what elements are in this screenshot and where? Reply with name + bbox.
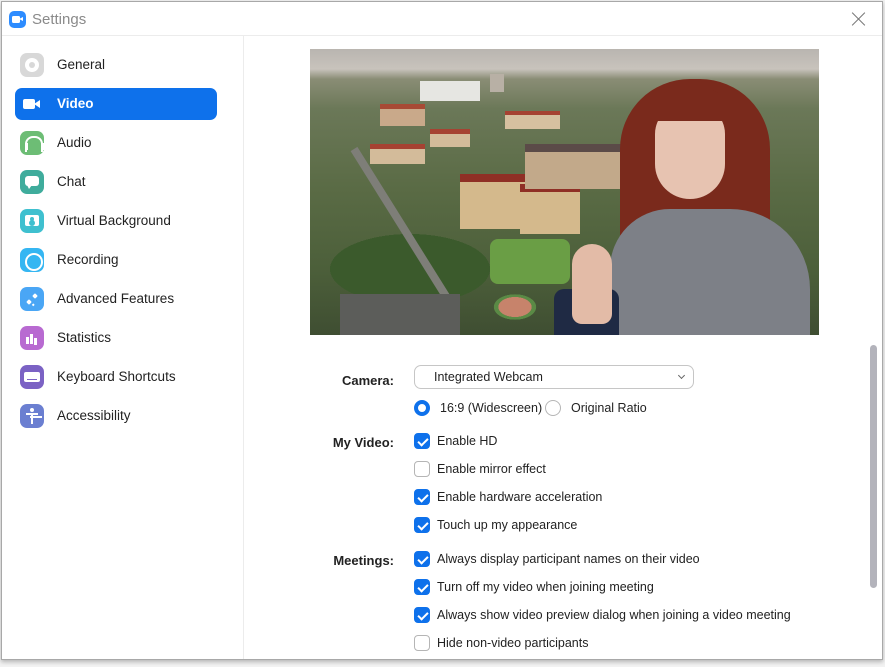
background-building	[380, 104, 425, 126]
title-bar: Settings	[2, 2, 882, 36]
close-icon[interactable]	[850, 10, 868, 28]
chat-bubble-icon	[20, 170, 44, 194]
sidebar-item-advanced-features[interactable]: Advanced Features	[15, 283, 217, 315]
checkbox-checked-icon	[414, 517, 430, 533]
background-building	[420, 81, 480, 101]
checkbox-label: Enable mirror effect	[437, 462, 546, 476]
camera-select-value: Integrated Webcam	[434, 370, 543, 384]
sidebar-item-label: Recording	[57, 252, 119, 267]
scrollbar-thumb[interactable]	[870, 345, 877, 588]
sidebar-item-label: Video	[57, 96, 94, 111]
radio-label: 16:9 (Widescreen)	[440, 401, 543, 415]
background-building	[430, 129, 470, 147]
camera-select[interactable]: Integrated Webcam	[414, 365, 694, 389]
background-building	[490, 74, 504, 92]
sidebar-item-label: Audio	[57, 135, 92, 150]
sidebar-item-virtual-background[interactable]: Virtual Background	[15, 205, 217, 237]
keyboard-icon	[20, 365, 44, 389]
checkbox-checked-icon	[414, 579, 430, 595]
sidebar-item-label: Keyboard Shortcuts	[57, 369, 176, 384]
checkbox-label: Enable hardware acceleration	[437, 490, 603, 504]
my-video-label: My Video:	[332, 435, 394, 450]
zoom-camera-icon	[9, 11, 26, 28]
background-building	[370, 144, 425, 164]
sidebar-item-video[interactable]: Video	[15, 88, 217, 120]
sidebar-item-accessibility[interactable]: Accessibility	[15, 400, 217, 432]
video-preview	[310, 49, 819, 335]
background-building	[520, 184, 580, 234]
settings-window: Settings General Video Audio Chat Virtua…	[1, 1, 883, 660]
sidebar-item-statistics[interactable]: Statistics	[15, 322, 217, 354]
sidebar-item-general[interactable]: General	[15, 49, 217, 81]
turn-off-video-joining-checkbox[interactable]: Turn off my video when joining meeting	[414, 579, 714, 599]
enable-hd-checkbox[interactable]: Enable HD	[414, 433, 614, 453]
sidebar-item-keyboard-shortcuts[interactable]: Keyboard Shortcuts	[15, 361, 217, 393]
accessibility-icon	[20, 404, 44, 428]
checkbox-checked-icon	[414, 607, 430, 623]
enable-mirror-checkbox[interactable]: Enable mirror effect	[414, 461, 614, 481]
background-building	[505, 111, 560, 129]
camera-label: Camera:	[341, 373, 394, 388]
radio-selected-icon	[414, 400, 430, 416]
hide-non-video-participants-checkbox[interactable]: Hide non-video participants	[414, 635, 714, 655]
checkbox-label: Hide non-video participants	[437, 636, 589, 650]
video-camera-icon	[20, 92, 44, 116]
sidebar-item-audio[interactable]: Audio	[15, 127, 217, 159]
sidebar-item-label: Chat	[57, 174, 86, 189]
display-participant-names-checkbox[interactable]: Always display participant names on thei…	[414, 551, 714, 571]
sidebar-item-label: General	[57, 57, 106, 72]
headphones-icon	[20, 131, 45, 155]
radio-label: Original Ratio	[571, 401, 647, 415]
sidebar-item-label: Statistics	[57, 330, 112, 345]
checkbox-label: Always show video preview dialog when jo…	[437, 608, 791, 622]
gear-icon	[20, 53, 44, 77]
show-video-preview-dialog-checkbox[interactable]: Always show video preview dialog when jo…	[414, 607, 791, 627]
checkbox-checked-icon	[414, 433, 430, 449]
sidebar-item-label: Accessibility	[57, 408, 131, 423]
background-parking-lot	[340, 294, 460, 335]
bar-chart-icon	[20, 326, 44, 350]
person-bangs	[650, 89, 732, 121]
checkbox-label: Always display participant names on thei…	[437, 552, 700, 566]
checkbox-checked-icon	[414, 489, 430, 505]
background-building	[525, 144, 625, 189]
touch-up-appearance-checkbox[interactable]: Touch up my appearance	[414, 517, 614, 537]
checkbox-label: Enable HD	[437, 434, 498, 448]
aspect-widescreen-radio[interactable]: 16:9 (Widescreen)	[414, 400, 544, 420]
background-road	[350, 146, 459, 313]
meetings-label: Meetings:	[333, 553, 394, 568]
video-settings-panel: Camera: Integrated Webcam 16:9 (Widescre…	[245, 36, 882, 659]
sidebar-item-recording[interactable]: Recording	[15, 244, 217, 276]
aspect-original-radio[interactable]: Original Ratio	[545, 400, 655, 420]
checkbox-checked-icon	[414, 551, 430, 567]
background-lawn	[490, 239, 570, 284]
background-building	[460, 174, 525, 229]
person-body	[610, 209, 810, 335]
checkbox-label: Turn off my video when joining meeting	[437, 580, 654, 594]
enable-hardware-acceleration-checkbox[interactable]: Enable hardware acceleration	[414, 489, 614, 509]
sparkle-icon	[20, 287, 44, 311]
virtual-background-icon	[20, 209, 44, 233]
sidebar-item-label: Advanced Features	[57, 291, 175, 306]
record-icon	[20, 248, 44, 272]
checkbox-unchecked-icon	[414, 635, 430, 651]
sidebar: General Video Audio Chat Virtual Backgro…	[2, 36, 244, 659]
sidebar-item-chat[interactable]: Chat	[15, 166, 217, 198]
person-arm	[572, 244, 612, 324]
radio-unselected-icon	[545, 400, 561, 416]
checkbox-unchecked-icon	[414, 461, 430, 477]
chevron-down-icon	[677, 371, 686, 380]
window-title: Settings	[32, 11, 87, 28]
checkbox-label: Touch up my appearance	[437, 518, 578, 532]
sidebar-item-label: Virtual Background	[57, 213, 171, 228]
